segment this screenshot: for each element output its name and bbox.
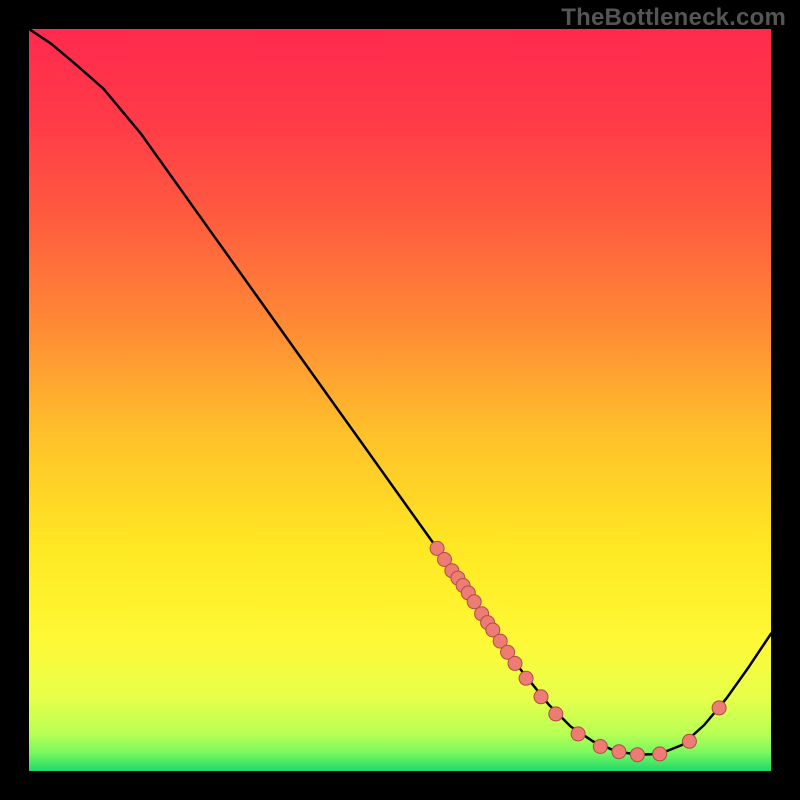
plot-area	[29, 29, 771, 771]
data-dot	[612, 745, 626, 759]
data-dot	[519, 671, 533, 685]
data-dot	[630, 748, 644, 762]
data-dot	[653, 747, 667, 761]
data-dot	[682, 734, 696, 748]
data-dot	[508, 656, 522, 670]
watermark-text: TheBottleneck.com	[561, 4, 786, 32]
data-dot	[571, 727, 585, 741]
plot-svg	[29, 29, 771, 771]
data-dot	[712, 701, 726, 715]
background-gradient	[29, 29, 771, 771]
data-dot	[549, 707, 563, 721]
chart-container: TheBottleneck.com	[0, 0, 800, 800]
data-dot	[593, 740, 607, 754]
data-dot	[534, 690, 548, 704]
